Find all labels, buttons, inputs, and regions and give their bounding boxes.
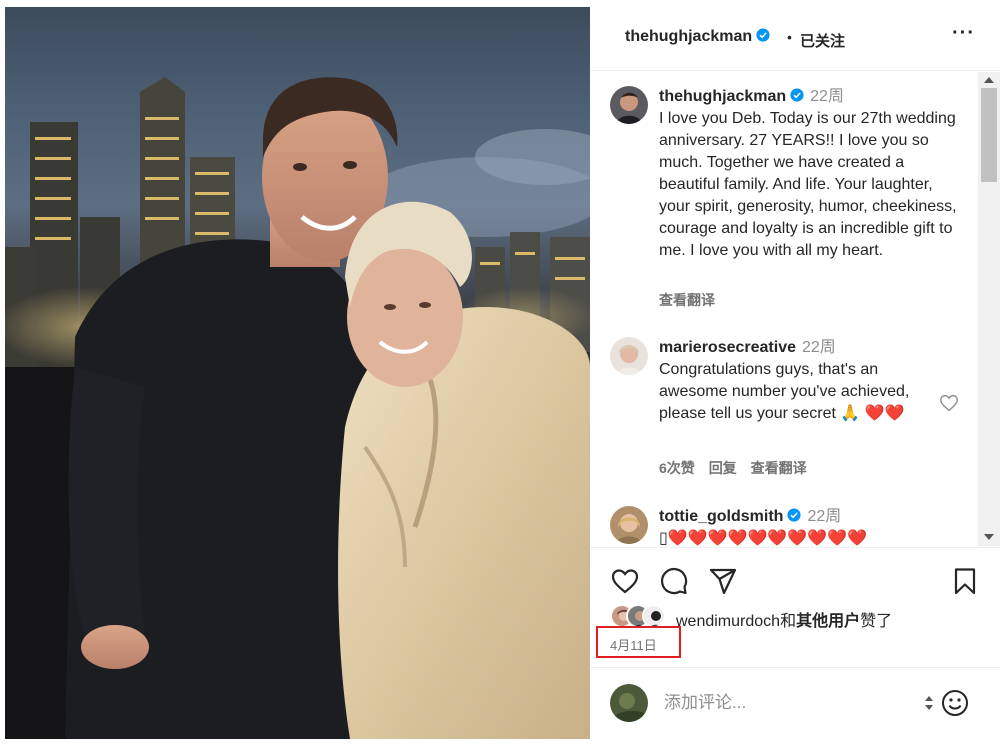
post-header: thehughjackman • 已关注 ··· (590, 0, 1000, 71)
post-detail-panel: thehughjackman • 已关注 ··· thehughjackman 2… (590, 0, 1000, 749)
scroll-up-arrow-icon[interactable] (984, 77, 994, 83)
author-username[interactable]: thehughjackman (625, 28, 770, 46)
bookmark-icon[interactable] (950, 566, 980, 596)
comment-text: ▯❤️❤️❤️❤️❤️❤️❤️❤️❤️❤️ (659, 530, 868, 546)
comment-avatar[interactable] (610, 337, 648, 375)
comment-username[interactable]: marierosecreative (659, 339, 796, 356)
comment-time[interactable]: 22周 (802, 339, 836, 356)
post-date[interactable]: 4月11日 (610, 635, 657, 654)
more-options-icon[interactable]: ··· (952, 22, 975, 45)
scroll-down-arrow-icon[interactable] (984, 534, 994, 540)
current-user-avatar[interactable] (610, 684, 648, 722)
comments-scrollbar[interactable] (978, 72, 1000, 546)
likes-others-link[interactable]: 其他用户 (796, 613, 860, 630)
scrollbar-thumb[interactable] (981, 88, 997, 182)
share-icon[interactable] (708, 566, 738, 596)
likes-text: wendimurdoch和其他用户赞了 (676, 607, 892, 631)
comment-avatar[interactable] (610, 506, 648, 544)
separator-dot: • (787, 29, 792, 45)
liker-username[interactable]: wendimurdoch (676, 613, 780, 630)
caption-time[interactable]: 22周 (810, 88, 844, 105)
likes-suffix: 赞了 (860, 613, 893, 630)
comment-meta: 6次赞 回复 查看翻译 (659, 458, 817, 478)
comment-translate-link[interactable]: 查看翻译 (751, 460, 807, 476)
post-date-highlight: 4月11日 (596, 626, 681, 658)
comment-input[interactable] (664, 690, 904, 716)
input-spinner-icon[interactable] (924, 692, 934, 714)
caption-meta: 查看翻译 (659, 290, 725, 310)
following-button[interactable]: 已关注 (800, 30, 845, 51)
emoji-icon[interactable] (940, 688, 970, 718)
comment-username[interactable]: tottie_goldsmith (659, 508, 783, 525)
liker-avatar[interactable] (642, 604, 666, 628)
comment-time[interactable]: 22周 (807, 508, 841, 525)
caption-translate-link[interactable]: 查看翻译 (659, 292, 715, 308)
post-photo[interactable] (5, 7, 590, 739)
caption-text: I love you Deb. Today is our 27th weddin… (659, 110, 957, 259)
comment-text: Congratulations guys, that's an awesome … (659, 361, 910, 422)
comment-like-heart-icon[interactable] (938, 392, 960, 414)
comment: tottie_goldsmith 22周 ▯❤️❤️❤️❤️❤️❤️❤️❤️❤️❤… (659, 506, 959, 546)
likes-joiner: 和 (780, 613, 797, 630)
caption-username[interactable]: thehughjackman (659, 88, 786, 105)
heart-icon[interactable] (610, 566, 640, 596)
couple-photo-illustration (5, 77, 590, 739)
comment: marierosecreative 22周 Congratulations guy… (659, 337, 929, 425)
comments-list[interactable]: thehughjackman 22周 I love you Deb. Today … (590, 72, 978, 546)
verified-icon (790, 88, 804, 102)
comment-reply-button[interactable]: 回复 (709, 460, 737, 476)
post-actions: wendimurdoch和其他用户赞了 4月11日 (590, 547, 1000, 667)
comment-icon[interactable] (659, 566, 689, 596)
add-comment-bar (590, 667, 1000, 749)
verified-icon (787, 508, 801, 522)
caption: thehughjackman 22周 I love you Deb. Today … (659, 86, 959, 262)
caption-author-avatar[interactable] (610, 86, 648, 124)
verified-icon (756, 28, 770, 42)
comment-likes-count[interactable]: 6次赞 (659, 460, 695, 476)
